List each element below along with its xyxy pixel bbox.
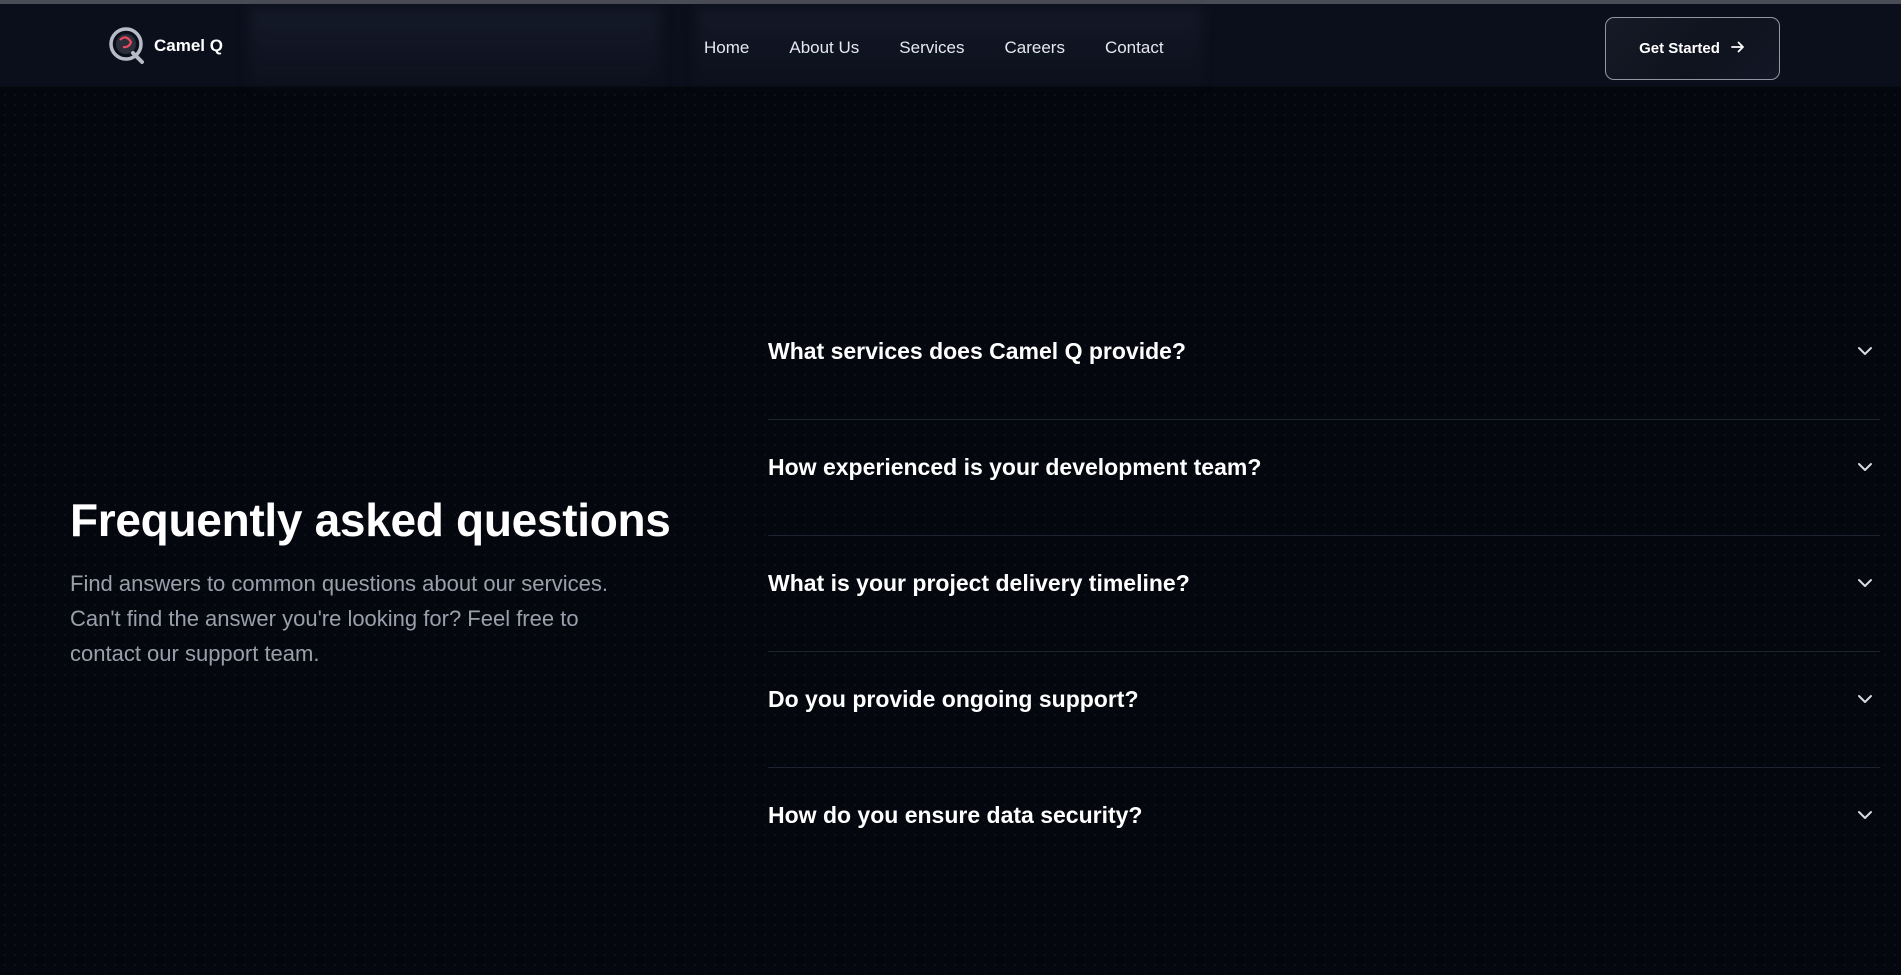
faq-question: How experienced is your development team…: [768, 454, 1262, 480]
site-header: Camel Q Home About Us Services Careers C…: [0, 4, 1901, 88]
faq-item[interactable]: How do you ensure data security?: [768, 768, 1880, 884]
chevron-down-icon[interactable]: [1856, 458, 1874, 476]
nav-services-link[interactable]: Services: [899, 38, 964, 58]
brand-name: Camel Q: [154, 36, 223, 55]
nav-about-link[interactable]: About Us: [789, 38, 859, 58]
get-started-label: Get Started: [1639, 40, 1720, 57]
faq-question: What services does Camel Q provide?: [768, 338, 1186, 364]
chevron-down-icon[interactable]: [1856, 574, 1874, 592]
page: Camel Q Home About Us Services Careers C…: [0, 0, 1901, 975]
camel-q-logo-icon: [106, 24, 150, 68]
faq-item[interactable]: What services does Camel Q provide?: [768, 304, 1880, 420]
brand-logo[interactable]: Camel Q: [106, 24, 223, 68]
faq-question: How do you ensure data security?: [768, 802, 1143, 828]
main-nav: Home About Us Services Careers Contact: [704, 38, 1164, 58]
faq-accordion: What services does Camel Q provide? How …: [768, 304, 1880, 884]
faq-question: Do you provide ongoing support?: [768, 686, 1139, 712]
faq-title: Frequently asked questions: [70, 494, 671, 546]
chevron-down-icon[interactable]: [1856, 690, 1874, 708]
header-glow: [250, 8, 660, 88]
faq-item[interactable]: Do you provide ongoing support?: [768, 652, 1880, 768]
faq-description: Find answers to common questions about o…: [70, 571, 609, 666]
faq-question: What is your project delivery timeline?: [768, 570, 1190, 596]
nav-contact-link[interactable]: Contact: [1105, 38, 1164, 58]
faq-item[interactable]: What is your project delivery timeline?: [768, 536, 1880, 652]
faq-item[interactable]: How experienced is your development team…: [768, 420, 1880, 536]
nav-home-link[interactable]: Home: [704, 38, 749, 58]
get-started-button[interactable]: Get Started: [1605, 17, 1780, 80]
nav-careers-link[interactable]: Careers: [1004, 38, 1064, 58]
arrow-right-icon: [1730, 39, 1746, 59]
chevron-down-icon[interactable]: [1856, 806, 1874, 824]
chevron-down-icon[interactable]: [1856, 342, 1874, 360]
